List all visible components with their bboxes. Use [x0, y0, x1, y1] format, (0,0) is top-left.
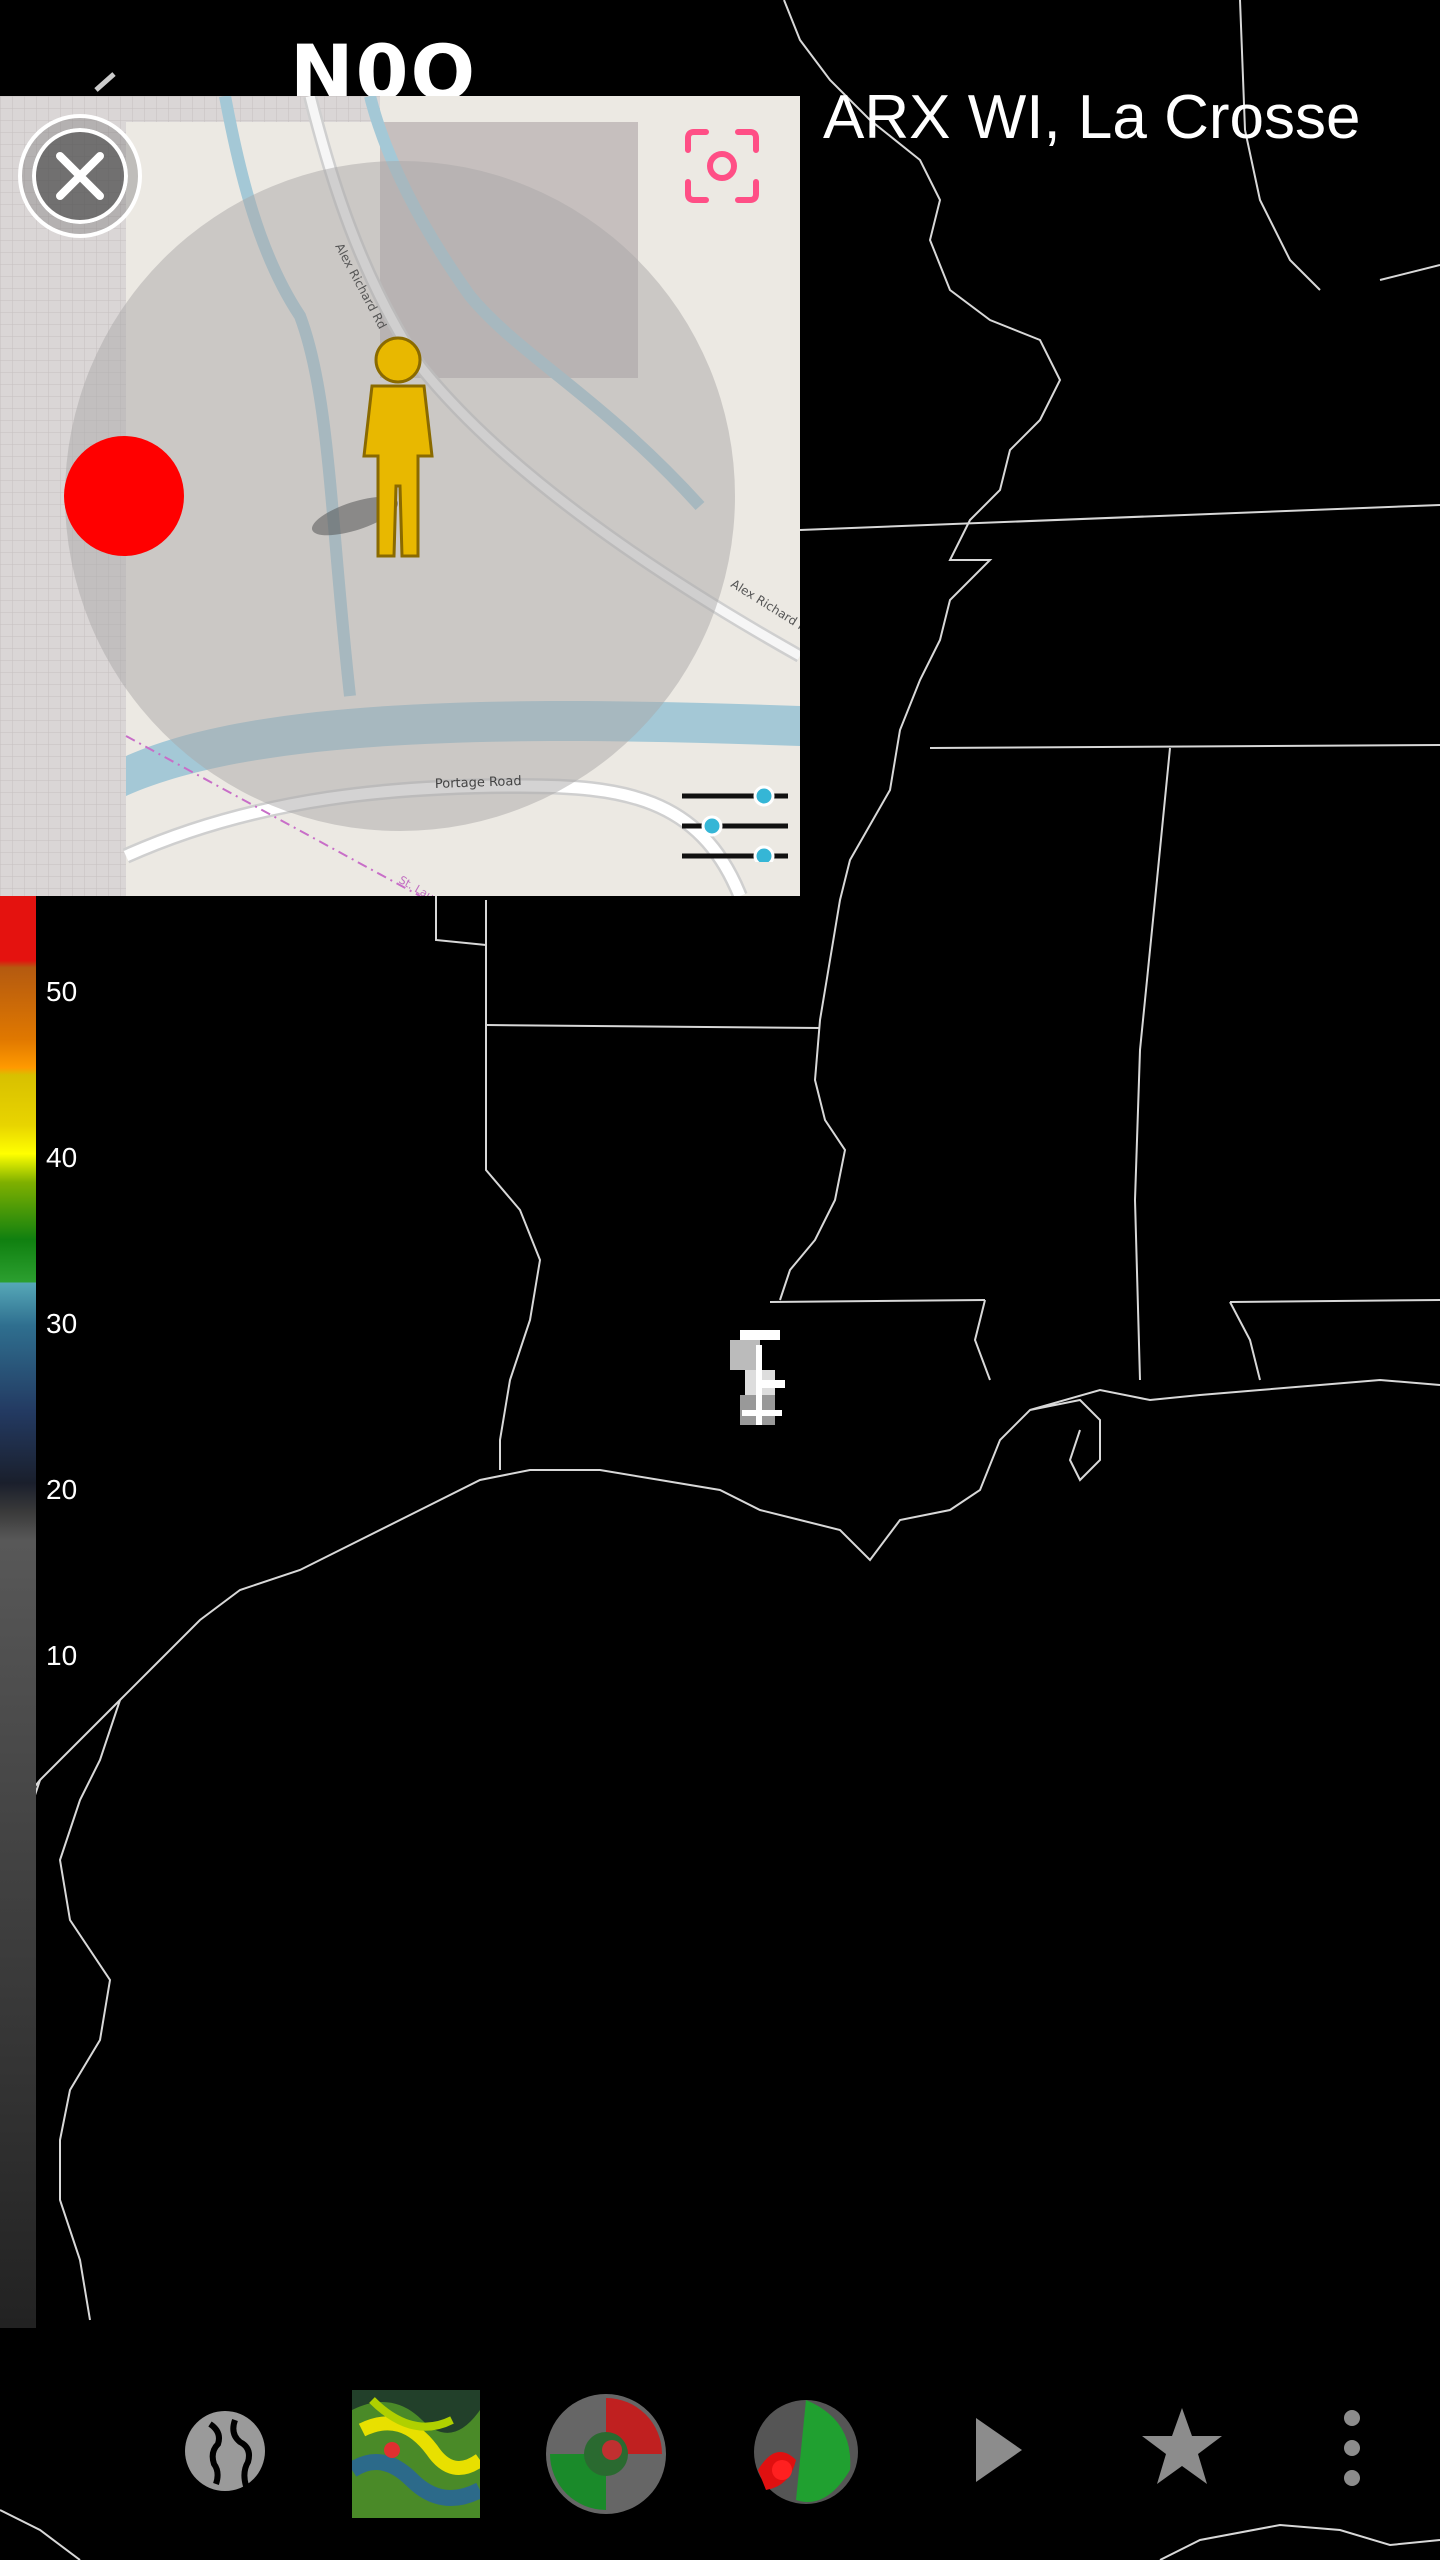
road-label: Portage Road — [435, 774, 522, 792]
close-icon — [32, 128, 128, 224]
map-settings-sliders-icon[interactable] — [680, 782, 790, 862]
more-options-icon[interactable] — [1334, 2406, 1370, 2490]
radar-thumb-composite[interactable] — [352, 2390, 480, 2518]
legend-color-bar — [0, 896, 36, 2328]
play-icon[interactable] — [968, 2410, 1028, 2490]
bottom-toolbar — [0, 2370, 1440, 2530]
globe-icon[interactable] — [180, 2406, 270, 2496]
radar-thumb-velocity[interactable] — [542, 2390, 670, 2518]
person-icon[interactable] — [300, 326, 450, 566]
legend-label-40: 40 — [46, 1142, 78, 1173]
radar-thumb-storm[interactable] — [736, 2390, 864, 2518]
center-location-icon[interactable] — [682, 126, 762, 206]
legend-label-50: 50 — [46, 976, 78, 1007]
location-marker-dot — [64, 436, 184, 556]
reflectivity-legend: 50 40 30 20 10 — [0, 896, 120, 2328]
close-overlay-button[interactable] — [18, 114, 142, 238]
location-overlay-panel: Alex Richard Rd Alex Richard Rd Portage … — [0, 96, 800, 896]
legend-label-30: 30 — [46, 1308, 78, 1339]
station-label[interactable]: ARX WI, La Crosse — [823, 82, 1360, 153]
star-icon[interactable] — [1140, 2404, 1224, 2488]
legend-label-10: 10 — [46, 1640, 78, 1671]
legend-label-20: 20 — [46, 1474, 78, 1505]
